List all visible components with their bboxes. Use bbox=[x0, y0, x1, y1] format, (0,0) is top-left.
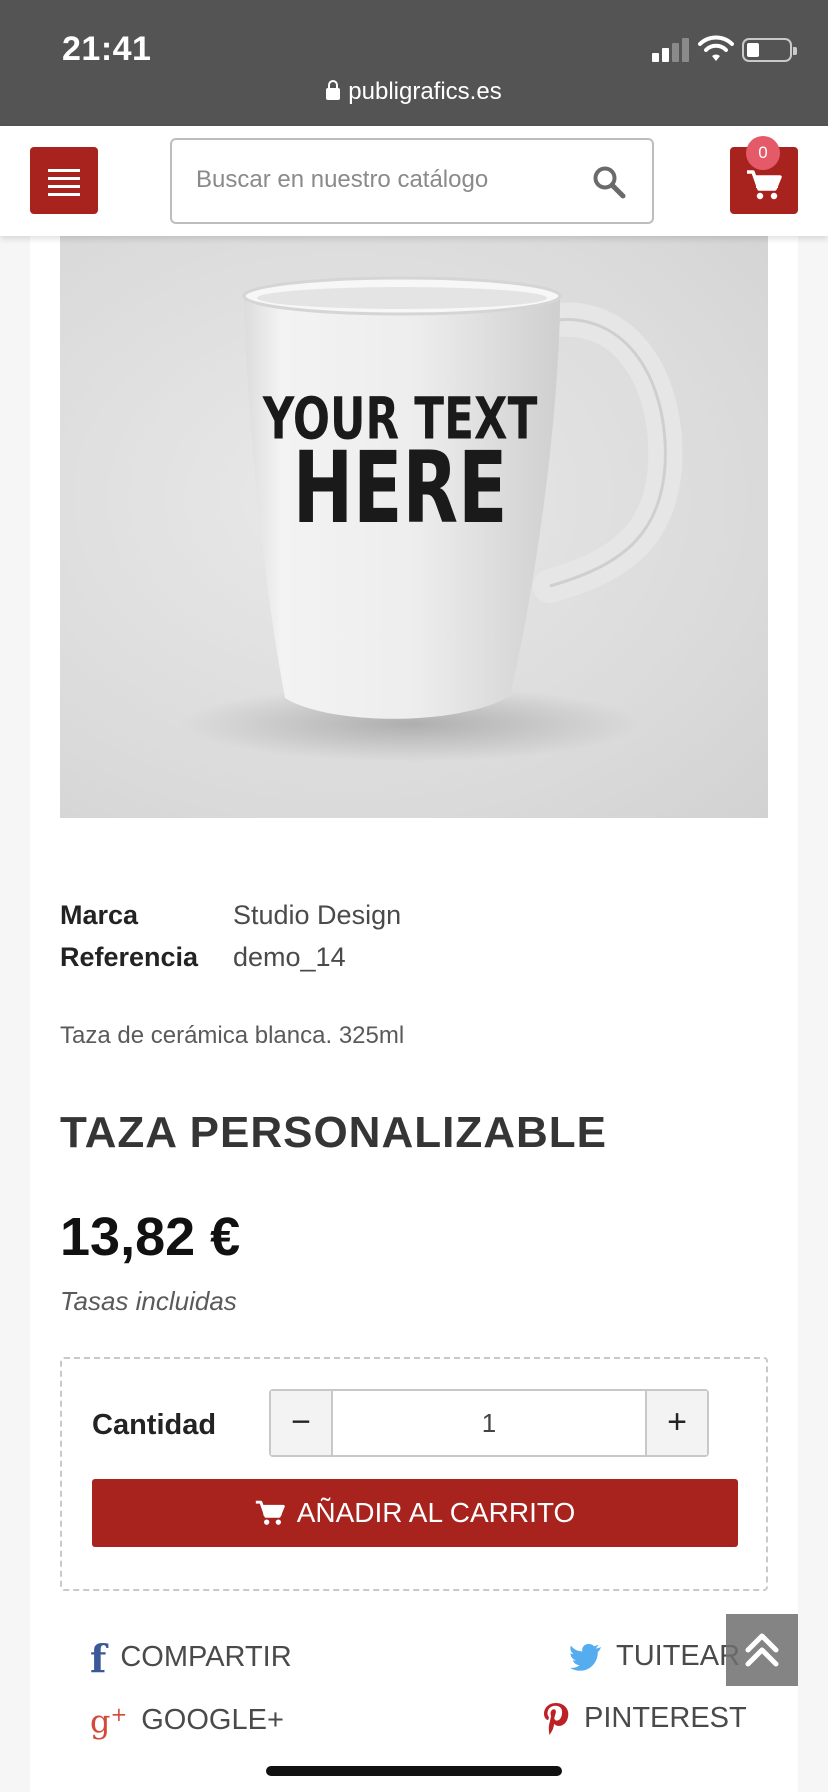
facebook-icon: f bbox=[90, 1636, 107, 1681]
share-twitter-link[interactable]: TUITEAR bbox=[570, 1640, 740, 1673]
double-chevron-up-icon bbox=[745, 1633, 779, 1667]
mug-text-line2: HERE bbox=[293, 432, 508, 546]
feature-value: demo_14 bbox=[233, 942, 346, 972]
quantity-stepper: − 1 + bbox=[269, 1389, 709, 1457]
search-box bbox=[170, 138, 654, 224]
share-facebook-link[interactable]: f COMPARTIR bbox=[90, 1636, 292, 1681]
search-icon[interactable] bbox=[592, 165, 626, 199]
feature-row-reference: Referencia demo_14 bbox=[60, 942, 760, 984]
cart-icon bbox=[255, 1500, 285, 1525]
quantity-decrease-button[interactable]: − bbox=[271, 1391, 333, 1455]
site-header: 0 bbox=[0, 126, 828, 236]
url-bar[interactable]: publigrafics.es bbox=[0, 78, 828, 106]
mug-illustration: YOUR TEXT HERE bbox=[180, 276, 683, 762]
share-label: COMPARTIR bbox=[120, 1641, 292, 1674]
product-card: YOUR TEXT HERE Marca Studio Design Refer… bbox=[30, 236, 798, 1792]
add-to-cart-label: AÑADIR AL CARRITO bbox=[296, 1497, 576, 1528]
search-input[interactable] bbox=[196, 166, 576, 194]
home-indicator[interactable] bbox=[266, 1766, 562, 1776]
quantity-increase-button[interactable]: + bbox=[645, 1391, 707, 1455]
share-label: PINTEREST bbox=[584, 1702, 747, 1734]
lock-icon bbox=[326, 80, 341, 100]
google-plus-icon: g+ bbox=[90, 1702, 128, 1741]
wifi-icon bbox=[698, 35, 734, 61]
product-features: Marca Studio Design Referencia demo_14 bbox=[60, 900, 760, 984]
share-label: GOOGLE+ bbox=[141, 1703, 284, 1736]
feature-label: Marca bbox=[60, 900, 139, 930]
share-pinterest-link[interactable]: PINTEREST bbox=[542, 1702, 747, 1736]
feature-row-brand: Marca Studio Design bbox=[60, 900, 760, 942]
cart-count-badge: 0 bbox=[746, 136, 780, 170]
scroll-to-top-button[interactable] bbox=[726, 1614, 798, 1686]
add-to-cart-box: Cantidad − 1 + AÑADIR AL CARRITO bbox=[60, 1357, 768, 1591]
feature-label: Referencia bbox=[60, 942, 199, 972]
clock: 21:41 bbox=[62, 30, 152, 68]
status-bar: 21:41 publigrafics.es bbox=[0, 0, 828, 126]
add-to-cart-button[interactable]: AÑADIR AL CARRITO bbox=[92, 1479, 738, 1547]
quantity-input[interactable]: 1 bbox=[333, 1391, 645, 1455]
pinterest-icon bbox=[544, 1703, 569, 1736]
product-description: Taza de cerámica blanca. 325ml bbox=[60, 1022, 405, 1049]
cellular-signal-icon bbox=[652, 38, 690, 62]
share-googleplus-link[interactable]: g+ GOOGLE+ bbox=[90, 1702, 284, 1741]
product-image[interactable]: YOUR TEXT HERE bbox=[60, 236, 768, 818]
cart-icon bbox=[747, 170, 782, 200]
product-title: TAZA PERSONALIZABLE bbox=[60, 1108, 607, 1157]
menu-button[interactable] bbox=[30, 147, 98, 214]
url-text: publigrafics.es bbox=[348, 78, 502, 105]
share-label: TUITEAR bbox=[616, 1640, 741, 1672]
battery-icon bbox=[742, 38, 797, 62]
tax-note: Tasas incluidas bbox=[60, 1286, 237, 1316]
product-price: 13,82 € bbox=[60, 1207, 241, 1267]
feature-value[interactable]: Studio Design bbox=[233, 900, 401, 931]
quantity-label: Cantidad bbox=[92, 1409, 217, 1441]
twitter-icon bbox=[570, 1644, 601, 1672]
